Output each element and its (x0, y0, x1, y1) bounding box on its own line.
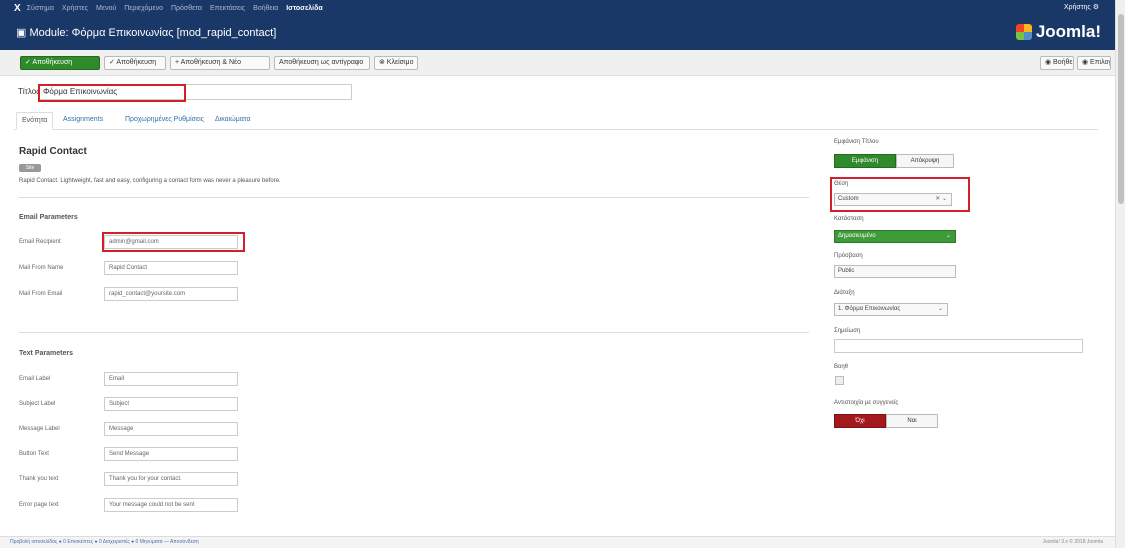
joomla-logo-icon (1015, 24, 1032, 40)
tab-advanced[interactable]: Προχωρημένες Ρυθμίσεις (120, 112, 209, 130)
status-select[interactable]: Δημοσιευμένο ⌄ (834, 230, 956, 243)
message-label-input[interactable]: Message (104, 422, 238, 436)
ordering-label: Διάταξη (834, 290, 855, 296)
position-label: Θέση (834, 181, 849, 187)
menu-menus[interactable]: Μενού (96, 5, 116, 12)
button-text-label: Button Text (19, 451, 49, 457)
tab-module[interactable]: Ενότητα (16, 112, 54, 130)
joomla-menu-icon[interactable]: X (14, 3, 21, 14)
user-menu[interactable]: Χρήστης ⚙ (1064, 3, 1099, 11)
brand-text: Joomla! (1035, 22, 1101, 41)
status-bar: Προβολή ιστοσελίδας ● 0 Επισκέπτες ● 0 Δ… (0, 536, 1115, 548)
position-select[interactable]: Custom ✕ ⌄ (834, 193, 952, 206)
menu-help[interactable]: Βοήθεια (253, 5, 278, 12)
save-close-button[interactable]: ✓ Αποθήκευση (104, 56, 166, 70)
admin-top-nav: X Σύστημα Χρήστες Μενού Περιεχόμενο Πρόσ… (0, 0, 1115, 16)
menu-site-link[interactable]: Ιστοσελίδα (286, 5, 322, 12)
close-button[interactable]: ⊗ Κλείσιμο (374, 56, 418, 70)
sticky-toggle: Όχι Ναι (834, 414, 938, 428)
access-label: Πρόσβαση (834, 253, 863, 259)
email-label-label: Email Label (19, 376, 51, 382)
save-button[interactable]: ✓ Αποθήκευση (20, 56, 100, 70)
joomla-brand-logo: Joomla! (1015, 22, 1101, 42)
title-input[interactable]: Φόρμα Επικοινωνίας (38, 84, 352, 100)
show-title-show-option[interactable]: Εμφάνιση (834, 154, 896, 168)
ordering-select[interactable]: 1. Φόρμα Επικοινωνίας ⌄ (834, 303, 948, 316)
email-recipient-label: Email Recipient (19, 239, 61, 245)
menu-components[interactable]: Πρόσθετα (171, 5, 202, 12)
save-copy-button[interactable]: Αποθήκευση ως αντίγραφο (274, 56, 370, 70)
mail-from-name-input[interactable]: Rapid Contact (104, 261, 238, 275)
sticky-yes-option[interactable]: Ναι (886, 414, 938, 428)
mail-from-email-label: Mail From Email (19, 291, 63, 297)
module-description: Rapid Contact. Lightweight, fast and eas… (19, 178, 281, 184)
thank-you-text-input[interactable]: Thank you for your contact. (104, 472, 238, 486)
message-label-label: Message Label (19, 426, 60, 432)
error-page-text-label: Error page text (19, 502, 59, 508)
help-button[interactable]: ◉ Βοήθεια (1040, 56, 1074, 70)
menu-users[interactable]: Χρήστες (62, 5, 88, 12)
divider (19, 197, 809, 198)
email-params-title: Email Parameters (19, 214, 78, 221)
status-bar-links[interactable]: Προβολή ιστοσελίδας ● 0 Επισκέπτες ● 0 Δ… (10, 539, 199, 545)
thank-you-text-label: Thank you text (19, 476, 59, 482)
scrollbar-thumb[interactable] (1118, 14, 1124, 204)
position-value: Custom (838, 196, 859, 202)
text-params-title: Text Parameters (19, 350, 73, 357)
subject-label-label: Subject Label (19, 401, 56, 407)
error-page-text-input[interactable]: Your message could not be sent (104, 498, 238, 512)
toolbar: ✓ Αποθήκευση ✓ Αποθήκευση + Αποθήκευση &… (0, 50, 1115, 76)
version-text: Joomla! 3.x © 2018 Joomla (1042, 539, 1103, 545)
note-label: Σημείωση (834, 328, 861, 334)
page-header: ▣ Module: Φόρμα Επικοινωνίας [mod_rapid_… (0, 16, 1115, 50)
sticky-label: Αντιστοιχία με συγγενείς (834, 400, 899, 406)
module-heading: Rapid Contact (19, 146, 87, 157)
show-title-toggle: Εμφάνιση Απόκρυψη (834, 154, 954, 168)
chevron-down-icon: ⌄ (937, 306, 943, 312)
subject-label-input[interactable]: Subject (104, 397, 238, 411)
save-new-button[interactable]: + Αποθήκευση & Νέο (170, 56, 270, 70)
chevron-down-icon: ⌄ (945, 233, 951, 239)
page-scrollbar[interactable] (1115, 0, 1125, 548)
tab-bar: Ενότητα Assignments Προχωρημένες Ρυθμίσε… (14, 108, 1098, 130)
divider (19, 332, 809, 333)
feature-label: Βοηθ (834, 364, 849, 370)
tab-permissions[interactable]: Δικαιώματα (210, 112, 256, 130)
sticky-no-option[interactable]: Όχι (834, 414, 886, 428)
email-label-input[interactable]: Email (104, 372, 238, 386)
options-button[interactable]: ◉ Επιλογές (1077, 56, 1111, 70)
page-title: ▣ Module: Φόρμα Επικοινωνίας [mod_rapid_… (16, 27, 277, 39)
status-value: Δημοσιευμένο (838, 233, 876, 239)
menu-content[interactable]: Περιεχόμενο (124, 5, 163, 12)
tab-assignments[interactable]: Assignments (58, 112, 108, 130)
mail-from-name-label: Mail From Name (19, 265, 64, 271)
status-label: Κατάσταση (834, 216, 864, 222)
feature-checkbox[interactable] (835, 376, 844, 385)
site-badge: Site (19, 164, 41, 172)
email-recipient-input[interactable]: admin@gmail.com (104, 235, 238, 249)
menu-system[interactable]: Σύστημα (27, 5, 54, 12)
note-input[interactable] (834, 339, 1083, 353)
page-title-text: Module: Φόρμα Επικοινωνίας [mod_rapid_co… (29, 27, 277, 39)
chevron-down-icon: ✕ ⌄ (935, 196, 947, 202)
access-value: Public (838, 268, 855, 274)
access-select[interactable]: Public (834, 265, 956, 278)
button-text-input[interactable]: Send Message (104, 447, 238, 461)
ordering-value: 1. Φόρμα Επικοινωνίας (838, 306, 901, 312)
show-title-label: Εμφάνιση Τίτλου (834, 139, 879, 145)
menu-extensions[interactable]: Επεκτάσεις (210, 5, 245, 12)
mail-from-email-input[interactable]: rapid_contact@yoursite.com (104, 287, 238, 301)
show-title-hide-option[interactable]: Απόκρυψη (896, 154, 954, 168)
